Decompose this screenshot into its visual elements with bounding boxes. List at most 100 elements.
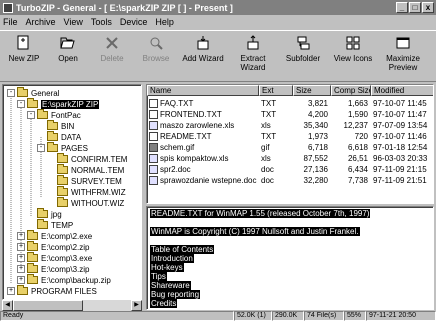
tree-node[interactable]: - PAGES: [37, 142, 88, 153]
tree-node[interactable]: jpg: [37, 208, 62, 219]
menu-help[interactable]: Help: [155, 17, 174, 27]
delete-button[interactable]: Delete: [90, 35, 134, 77]
extract-wizard-button[interactable]: Extract Wizard: [228, 35, 278, 77]
scroll-right-button[interactable]: ▶: [131, 300, 142, 311]
file-ext: xls: [261, 121, 271, 130]
tree-node-label: E:\comp\2.zip: [41, 242, 90, 252]
table-row[interactable]: FRONTEND.TXT TXT 4,200 1,590 97-10-07 11…: [147, 109, 433, 120]
tree-node[interactable]: + E:\comp\2.zip: [17, 241, 90, 252]
collapse-icon[interactable]: -: [27, 111, 35, 119]
column-header-modified[interactable]: Modified: [371, 85, 433, 96]
maximize-preview-button[interactable]: Maximize Preview: [378, 35, 428, 77]
menu-view[interactable]: View: [64, 17, 83, 27]
spreadsheet-file-icon: [149, 121, 158, 131]
window-title: TurboZIP - General - [ E:\sparkZIP ZIP […: [16, 2, 233, 13]
tree-node[interactable]: CONFIRM.TEM: [57, 153, 127, 164]
view-icons-button[interactable]: View Icons: [328, 35, 378, 77]
menu-tools[interactable]: Tools: [91, 17, 112, 27]
open-button[interactable]: Open: [46, 35, 90, 77]
tree-node[interactable]: - General: [7, 87, 59, 98]
column-header-comp-size[interactable]: Comp Size: [331, 85, 371, 96]
tree-node-label: DATA: [61, 132, 82, 142]
tree-node[interactable]: + E:\comp\3.zip: [17, 263, 89, 274]
status-selected-size: 52.0K (1): [234, 311, 272, 321]
subfolder-button[interactable]: Subfolder: [278, 35, 328, 77]
expand-icon[interactable]: +: [17, 243, 25, 251]
table-row[interactable]: spis kompaktow.xls xls 87,552 26,51 96-0…: [147, 153, 433, 164]
tree-node[interactable]: + E:\comp\2.exe: [17, 230, 92, 241]
preview-pane[interactable]: README.TXT for WinMAP 1.55 (released Oct…: [146, 206, 434, 310]
menu-archive[interactable]: Archive: [26, 17, 56, 27]
file-list-header: Name Ext Size Comp Size Modified: [147, 85, 433, 96]
app-icon[interactable]: [3, 2, 13, 13]
file-ext: TXT: [261, 99, 277, 108]
expand-icon[interactable]: +: [7, 287, 15, 295]
status-bar: Ready 52.0K (1) 290.0K 74 File(s) 55% 97…: [0, 311, 436, 321]
table-row[interactable]: maszo zarowlene.xls xls 35,340 12,237 97…: [147, 120, 433, 131]
column-header-size[interactable]: Size: [293, 85, 331, 96]
tree-node[interactable]: BIN: [47, 120, 74, 131]
tree-node[interactable]: + E:\comp\3.exe: [17, 252, 92, 263]
preview-line: Hot-keys: [150, 263, 184, 272]
minimize-button[interactable]: _: [396, 2, 408, 13]
table-row[interactable]: FAQ.TXT TXT 3,821 1,663 97-10-07 11:45: [147, 98, 433, 109]
table-row[interactable]: sprawozdanie wstepne.doc doc 32,280 7,73…: [147, 175, 433, 186]
expand-icon[interactable]: +: [17, 254, 25, 262]
column-header-name[interactable]: Name: [147, 85, 259, 96]
file-ext: gif: [261, 143, 270, 152]
folder-tree[interactable]: - General - E:\sparkZIP ZIP - FontPac BI…: [2, 84, 142, 300]
table-row[interactable]: schem.gif gif 6,718 6,618 97-01-18 12:54: [147, 142, 433, 153]
table-row[interactable]: README.TXT TXT 1,973 720 97-10-07 11:46: [147, 131, 433, 142]
tree-node[interactable]: TEMP: [37, 219, 73, 230]
add-wizard-button[interactable]: Add Wizard: [178, 35, 228, 77]
text-file-icon: [149, 132, 158, 142]
tree-node[interactable]: + PROGRAM FILES: [7, 285, 97, 296]
expand-icon[interactable]: +: [17, 276, 25, 284]
file-modified: 97-11-09 21:15: [373, 165, 427, 174]
tree-node[interactable]: - FontPac: [27, 109, 81, 120]
maximize-button[interactable]: □: [409, 2, 421, 13]
menu-device[interactable]: Device: [120, 17, 148, 27]
tree-node-label: PROGRAM FILES: [31, 286, 97, 296]
delete-icon: [106, 37, 118, 49]
tree-node[interactable]: SURVEY.TEM: [57, 175, 122, 186]
table-row[interactable]: spr2.doc doc 27,136 6,434 97-11-09 21:15: [147, 164, 433, 175]
tree-node[interactable]: NORMAL.TEM: [57, 164, 124, 175]
file-comp-size: 1,590: [347, 110, 368, 119]
tree-node[interactable]: + E:\comp\backup.zip: [17, 274, 111, 285]
window-controls: _ □ x: [396, 2, 434, 13]
tree-horizontal-scrollbar[interactable]: ◀ ▶: [2, 300, 142, 311]
menu-file[interactable]: File: [3, 17, 18, 27]
file-name: spr2.doc: [160, 164, 191, 174]
tree-node[interactable]: - E:\sparkZIP ZIP: [17, 98, 100, 109]
scroll-left-button[interactable]: ◀: [2, 300, 13, 311]
browse-icon: [150, 37, 163, 50]
collapse-icon[interactable]: -: [7, 89, 15, 97]
close-button[interactable]: x: [422, 2, 434, 13]
status-total-size: 290.0K: [272, 311, 304, 321]
scroll-thumb[interactable]: [13, 300, 83, 311]
status-text: Ready: [0, 311, 234, 321]
subfolder-label: Subfolder: [285, 54, 321, 63]
tree-node[interactable]: WITHFRM.WIZ: [57, 186, 126, 197]
folder-icon: [27, 263, 38, 273]
folder-icon: [57, 186, 68, 196]
collapse-icon[interactable]: -: [17, 100, 25, 108]
new-zip-button[interactable]: New ZIP: [2, 35, 46, 77]
document-file-icon: [149, 176, 158, 186]
file-modified: 97-07-09 13:54: [373, 121, 428, 130]
tree-node[interactable]: WITHOUT.WIZ: [57, 197, 124, 208]
column-header-ext[interactable]: Ext: [259, 85, 293, 96]
file-list[interactable]: Name Ext Size Comp Size Modified FAQ.TXT…: [146, 84, 434, 204]
folder-icon: [17, 87, 28, 97]
folder-icon: [47, 120, 58, 130]
file-size: 27,136: [303, 165, 328, 174]
title-bar[interactable]: TurboZIP - General - [ E:\sparkZIP ZIP […: [0, 0, 436, 15]
expand-icon[interactable]: +: [17, 265, 25, 273]
folder-icon: [27, 252, 38, 262]
expand-icon[interactable]: +: [17, 232, 25, 240]
tree-node[interactable]: DATA: [47, 131, 82, 142]
browse-button[interactable]: Browse: [134, 35, 178, 77]
scroll-track[interactable]: [13, 300, 131, 311]
collapse-icon[interactable]: -: [37, 144, 45, 152]
